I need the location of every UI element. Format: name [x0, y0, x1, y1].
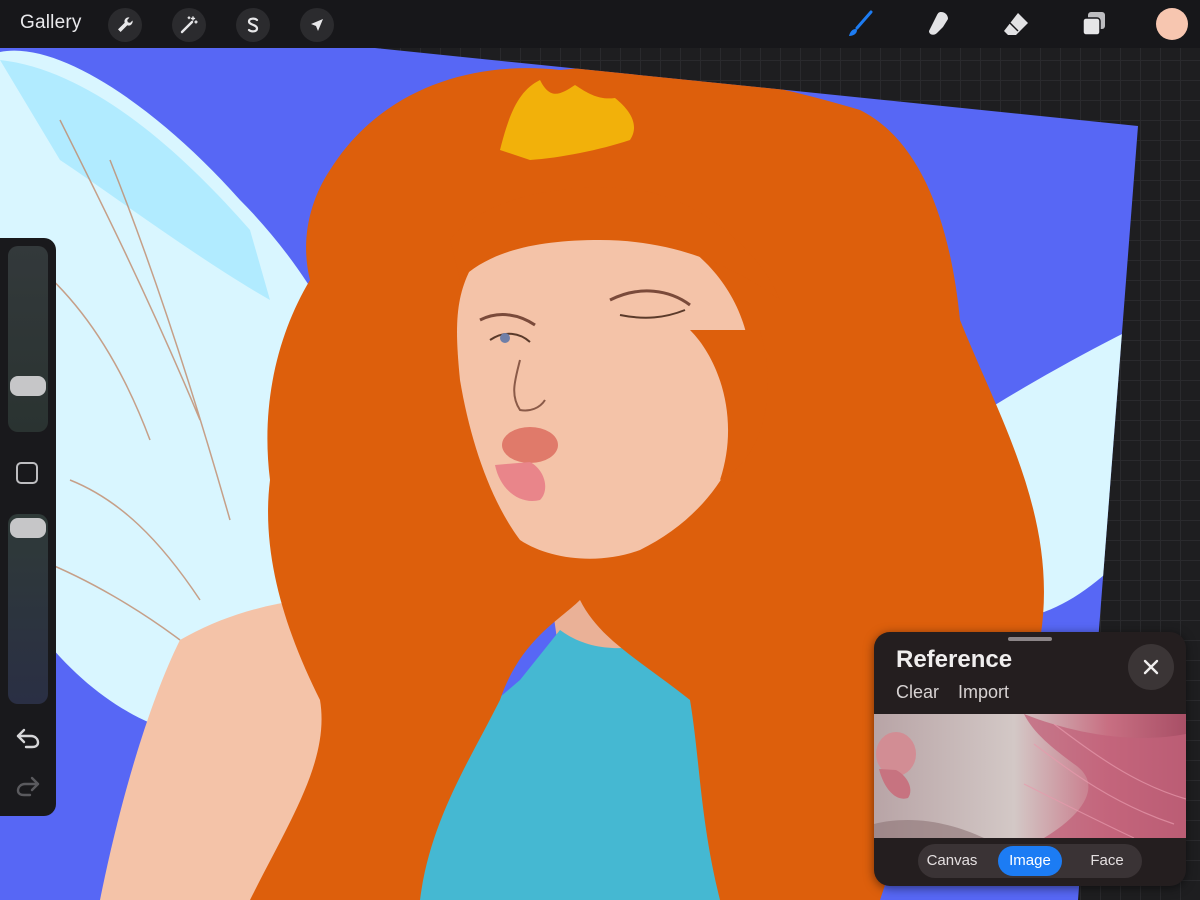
- brush-size-thumb[interactable]: [10, 376, 46, 396]
- reference-title: Reference: [896, 646, 1013, 673]
- reference-mode-image[interactable]: Image: [998, 846, 1062, 876]
- undo-arrow-icon: [16, 728, 40, 749]
- reference-mode-face[interactable]: Face: [1076, 846, 1138, 876]
- color-picker-button[interactable]: [1156, 8, 1188, 40]
- reference-mode-selector: Canvas Image Face: [918, 844, 1142, 878]
- adjustments-button[interactable]: [172, 8, 206, 42]
- selection-button[interactable]: [236, 8, 270, 42]
- reference-panel: Reference Clear Import Canvas Image Face: [874, 632, 1186, 886]
- transform-button[interactable]: [300, 8, 334, 42]
- brush-opacity-slider[interactable]: [8, 514, 48, 704]
- gallery-button[interactable]: Gallery: [20, 12, 82, 34]
- brush-opacity-thumb[interactable]: [10, 518, 46, 538]
- eraser-tool-button[interactable]: [998, 6, 1034, 42]
- layers-icon: [1082, 12, 1105, 36]
- reference-clear-button[interactable]: Clear: [896, 682, 939, 703]
- left-sidebar: [0, 238, 56, 816]
- smudge-finger-icon: [929, 12, 948, 35]
- actions-button[interactable]: [108, 8, 142, 42]
- magic-wand-icon: [180, 16, 198, 34]
- brush-size-slider[interactable]: [8, 246, 48, 432]
- wrench-icon: [118, 17, 133, 32]
- reference-import-button[interactable]: Import: [958, 682, 1009, 703]
- redo-arrow-icon: [16, 776, 40, 797]
- arrow-cursor-icon: [311, 19, 323, 31]
- layers-button[interactable]: [1076, 6, 1112, 42]
- brush-icon: [849, 10, 873, 36]
- modify-button[interactable]: [16, 462, 38, 484]
- selection-s-icon: [247, 17, 259, 33]
- reference-mode-canvas[interactable]: Canvas: [922, 846, 982, 876]
- close-icon: [1143, 659, 1159, 675]
- redo-button[interactable]: [14, 772, 42, 800]
- reference-image: [874, 714, 1186, 838]
- undo-button[interactable]: [14, 724, 42, 752]
- eraser-icon: [1004, 13, 1028, 35]
- panel-drag-handle[interactable]: [1008, 637, 1052, 641]
- brush-tool-button[interactable]: [842, 6, 878, 42]
- top-toolbar: Gallery: [0, 0, 1200, 48]
- smudge-tool-button[interactable]: [920, 6, 956, 42]
- reference-close-button[interactable]: [1128, 644, 1174, 690]
